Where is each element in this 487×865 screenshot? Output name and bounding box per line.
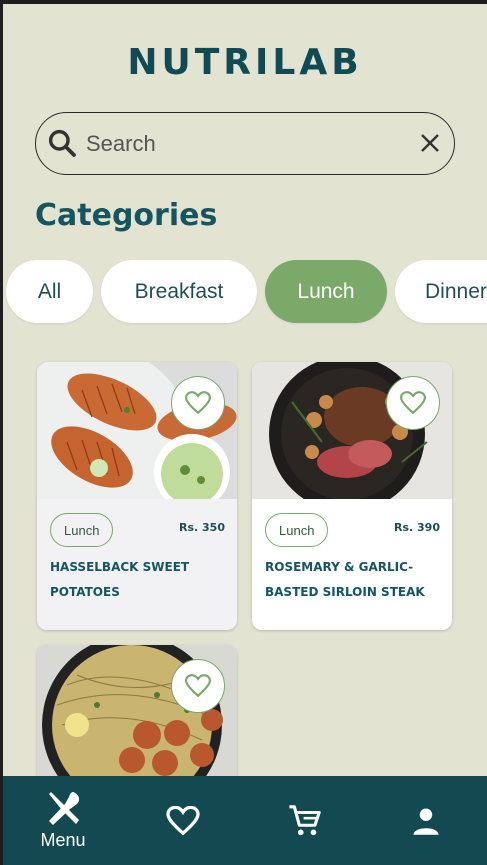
food-price: Rs. 350	[179, 521, 225, 534]
heart-icon	[185, 674, 211, 698]
food-card-body: Lunch Rs. 390 ROSEMARY & GARLIC-BASTED S…	[252, 499, 452, 630]
person-icon	[413, 808, 439, 835]
clear-icon[interactable]	[418, 131, 442, 155]
chip-dinner[interactable]: Dinner	[395, 260, 487, 323]
cart-icon	[289, 804, 321, 835]
category-chips: All Breakfast Lunch Dinner	[3, 260, 487, 326]
app-logo: NUTRILAB	[127, 42, 363, 83]
search-bar[interactable]	[35, 112, 455, 175]
heart-icon	[185, 391, 211, 415]
chip-breakfast[interactable]: Breakfast	[101, 260, 257, 323]
food-card-body: Lunch Rs. 350 HASSELBACK SWEET POTATOES	[37, 499, 237, 630]
nav-favorites[interactable]	[153, 776, 213, 865]
food-name: HASSELBACK SWEET POTATOES	[50, 560, 190, 599]
nav-profile[interactable]	[396, 776, 456, 865]
bottom-navigation: Menu	[3, 776, 487, 865]
heart-icon	[400, 391, 426, 415]
search-icon[interactable]	[46, 127, 78, 159]
app-screen: NUTRILAB Categories All Breakfast Lunch …	[3, 4, 487, 865]
favorite-button[interactable]	[171, 376, 225, 430]
food-name: ROSEMARY & GARLIC-BASTED SIRLOIN STEAK	[265, 560, 425, 599]
favorite-button[interactable]	[386, 376, 440, 430]
food-card[interactable]: Lunch Rs. 390 ROSEMARY & GARLIC-BASTED S…	[252, 362, 452, 630]
meal-tag: Lunch	[50, 513, 114, 547]
nav-cart[interactable]	[275, 776, 335, 865]
food-card[interactable]: Lunch Rs. 350 HASSELBACK SWEET POTATOES	[37, 362, 237, 630]
favorite-button[interactable]	[171, 659, 225, 713]
search-input[interactable]	[86, 125, 396, 163]
heart-icon	[166, 805, 200, 835]
nav-menu-label: Menu	[40, 830, 86, 850]
meal-tag: Lunch	[265, 513, 329, 547]
fork-knife-icon	[49, 792, 80, 825]
food-price: Rs. 390	[394, 521, 440, 534]
nav-menu[interactable]: Menu	[23, 776, 103, 865]
chip-all[interactable]: All	[6, 260, 93, 323]
chip-lunch[interactable]: Lunch	[265, 260, 387, 323]
categories-heading: Categories	[35, 198, 218, 233]
